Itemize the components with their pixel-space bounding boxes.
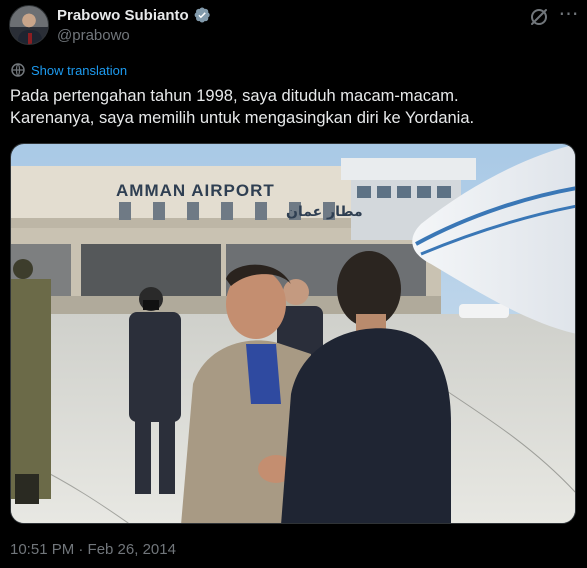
show-translation-link[interactable]: Show translation xyxy=(10,62,127,78)
airport-photo-illustration: AMMAN AIRPORT مطار عمان xyxy=(11,144,575,523)
parked-car xyxy=(459,304,509,318)
tweet-text-line-2: Karenanya, saya memilih untuk mengasingk… xyxy=(10,109,475,127)
globe-icon xyxy=(11,63,25,77)
tweet-text-line-1: Pada pertengahan tahun 1998, saya ditudu… xyxy=(10,87,459,105)
airport-sign-latin: AMMAN AIRPORT xyxy=(116,181,275,200)
post-timestamp[interactable]: 10:51 PM · Feb 26, 2014 xyxy=(10,541,176,558)
tweet-text: Pada pertengahan tahun 1998, saya ditudu… xyxy=(10,85,570,129)
grok-icon[interactable] xyxy=(528,6,550,28)
author-handle[interactable]: @prabowo xyxy=(57,27,130,44)
airport-sign-arabic: مطار عمان xyxy=(286,204,363,220)
show-translation-label[interactable]: Show translation xyxy=(31,63,127,78)
author-name-row[interactable]: Prabowo Subianto xyxy=(57,6,211,24)
verified-badge-icon xyxy=(194,7,210,23)
tweet-photo[interactable]: AMMAN AIRPORT مطار عمان xyxy=(10,143,576,524)
more-icon[interactable]: ⋯ xyxy=(556,4,582,30)
soldier xyxy=(11,259,51,504)
avatar-tie xyxy=(28,33,32,44)
author-name[interactable]: Prabowo Subianto xyxy=(57,7,189,24)
avatar[interactable] xyxy=(9,5,49,45)
